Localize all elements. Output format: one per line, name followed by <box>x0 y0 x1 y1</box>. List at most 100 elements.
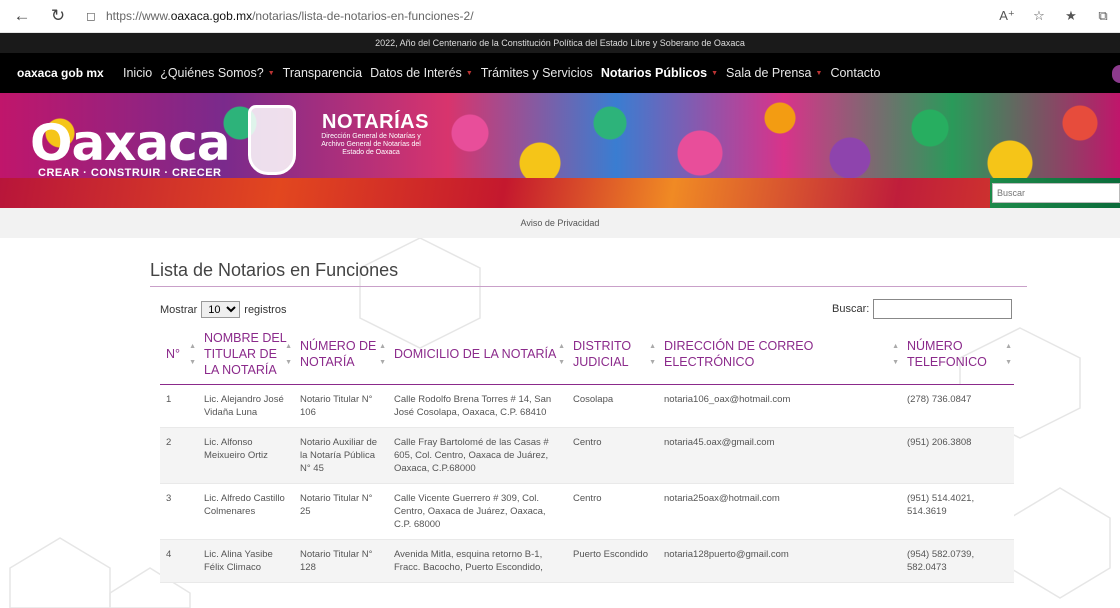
refresh-icon[interactable]: ↻ <box>44 2 72 30</box>
nav-item-tramites[interactable]: Trámites y Servicios <box>481 66 593 80</box>
accessibility-tab[interactable] <box>1112 65 1120 83</box>
caret-down-icon: ▼ <box>711 69 719 77</box>
nav-item-label: Sala de Prensa <box>726 66 812 80</box>
url-prefix: https://www. <box>106 9 171 23</box>
column-header-name[interactable]: NOMBRE DEL TITULAR DE LA NOTARÍA ▲ ▼ <box>198 326 294 385</box>
caret-down-icon: ▼ <box>815 69 823 77</box>
nav-item-label: Contacto <box>830 66 881 80</box>
cell-number: 2 <box>160 427 198 484</box>
cell-address: Calle Vicente Guerrero # 309, Col. Centr… <box>388 483 567 540</box>
nav-item-label: Notarios Públicos <box>600 66 708 80</box>
sort-icon: ▲ ▼ <box>649 343 656 366</box>
header-label: NÚMERO DE NOTARÍA <box>300 339 377 369</box>
cell-notary-number: Notario Auxiliar de la Notaría Pública N… <box>294 427 388 484</box>
nav-item-transparencia[interactable]: Transparencia <box>283 66 362 80</box>
read-aloud-icon[interactable]: A⁺ <box>996 2 1018 30</box>
nav-item-datos-de-interes[interactable]: Datos de Interés ▼ <box>370 66 473 80</box>
nav-item-label: Trámites y Servicios <box>480 66 593 80</box>
cell-notary-number: Notario Titular N° 128 <box>294 539 388 583</box>
header-label: NÚMERO TELEFONICO <box>907 339 987 369</box>
column-header-district[interactable]: DISTRITO JUDICIAL ▲ ▼ <box>567 326 658 385</box>
show-label: Mostrar <box>160 303 198 316</box>
announcement-bar: 2022, Año del Centenario de la Constituc… <box>0 33 1120 53</box>
sort-icon: ▲ ▼ <box>189 343 196 366</box>
privacy-link[interactable]: Aviso de Privacidad <box>521 218 600 228</box>
header-banner: Oaxaca CREAR · CONSTRUIR · CRECER NOTARÍ… <box>0 93 1120 208</box>
cell-address: Avenida Mitla, esquina retorno B-1, Frac… <box>388 539 567 583</box>
column-header-phone[interactable]: NÚMERO TELEFONICO ▲ ▼ <box>901 326 1014 385</box>
records-label: registros <box>244 303 287 316</box>
cell-email: notaria106_oax@hotmail.com <box>658 384 901 428</box>
site-brand[interactable]: oaxaca gob mx <box>17 66 123 80</box>
caret-down-icon: ▼ <box>267 69 275 77</box>
nav-item-quienes-somos[interactable]: ¿Quiénes Somos? ▼ <box>160 66 274 80</box>
main-content: Lista de Notarios en Funciones Mostrar 1… <box>0 238 1120 608</box>
page-info-icon[interactable]: ◻ <box>82 9 100 23</box>
address-bar[interactable]: https://www.oaxaca.gob.mx/notarias/lista… <box>106 9 474 23</box>
table-row: 2 Lic. Alfonso Meixueiro Ortiz Notario A… <box>160 427 1014 484</box>
cell-number: 3 <box>160 483 198 540</box>
nav-menu: Inicio ¿Quiénes Somos? ▼ Transparencia Da… <box>123 66 888 80</box>
page-length-select[interactable]: 10 <box>201 301 241 318</box>
cell-phone: (951) 514.4021, 514.3619 <box>901 483 1014 540</box>
page-title: Lista de Notarios en Funciones <box>150 260 399 280</box>
cell-name: Lic. Alejandro José Vidaña Luna <box>198 384 294 428</box>
cell-address: Calle Fray Bartolomé de las Casas # 605,… <box>388 427 567 484</box>
page-length-control: Mostrar 10 registros <box>160 301 286 318</box>
state-crest-icon <box>248 105 296 175</box>
table-row: 1 Lic. Alejandro José Vidaña Luna Notari… <box>160 384 1014 428</box>
site-search-input[interactable] <box>992 183 1120 203</box>
sort-icon: ▲ ▼ <box>379 343 386 366</box>
sort-icon: ▲ ▼ <box>285 343 292 366</box>
nav-item-inicio[interactable]: Inicio <box>123 66 152 80</box>
cell-email: notaria25oax@hotmail.com <box>658 483 901 540</box>
header-label: DISTRITO JUDICIAL <box>573 339 632 369</box>
column-header-notary-number[interactable]: NÚMERO DE NOTARÍA ▲ ▼ <box>294 326 388 385</box>
table-search-label: Buscar: <box>832 303 870 315</box>
header-label: DIRECCIÓN DE CORREO ELECTRÓNICO <box>664 339 814 369</box>
nav-item-label: Datos de Interés <box>370 66 462 80</box>
collections-icon[interactable]: ⧉ <box>1092 2 1114 30</box>
notaries-table: N° ▲ ▼ NOMBRE DEL TITULAR DE LA NOTARÍA ▲ ▼ … <box>160 326 1014 583</box>
notarias-subtitle: Dirección General de Notarías y Archivo … <box>321 133 421 156</box>
table-header-row: N° ▲ ▼ NOMBRE DEL TITULAR DE LA NOTARÍA ▲ ▼ … <box>160 326 1014 385</box>
notarias-title: NOTARÍAS <box>322 111 429 133</box>
cell-district: Puerto Escondido <box>567 539 658 583</box>
cell-number: 4 <box>160 539 198 583</box>
cell-phone: (951) 206.3808 <box>901 427 1014 484</box>
cell-notary-number: Notario Titular N° 106 <box>294 384 388 428</box>
table-row: 3 Lic. Alfredo Castillo Colmenares Notar… <box>160 483 1014 540</box>
favorites-list-icon[interactable]: ★ <box>1060 2 1082 30</box>
column-header-email[interactable]: DIRECCIÓN DE CORREO ELECTRÓNICO ▲ ▼ <box>658 326 901 385</box>
privacy-bar: Aviso de Privacidad <box>0 208 1120 238</box>
main-navbar: oaxaca gob mx Inicio ¿Quiénes Somos? ▼ Tr… <box>0 53 1120 93</box>
column-header-number[interactable]: N° ▲ ▼ <box>160 326 198 385</box>
cell-number: 1 <box>160 384 198 428</box>
cell-phone: (278) 736.0847 <box>901 384 1014 428</box>
column-header-address[interactable]: DOMICILIO DE LA NOTARÍA ▲ ▼ <box>388 326 567 385</box>
sort-icon: ▲ ▼ <box>892 343 899 366</box>
nav-item-contacto[interactable]: Contacto <box>830 66 880 80</box>
url-path: /notarias/lista-de-notarios-en-funciones… <box>252 9 474 23</box>
cell-address: Calle Rodolfo Brena Torres # 14, San Jos… <box>388 384 567 428</box>
sort-icon: ▲ ▼ <box>558 343 565 366</box>
cell-district: Centro <box>567 427 658 484</box>
cell-email: notaria45.oax@gmail.com <box>658 427 901 484</box>
nav-item-sala-de-prensa[interactable]: Sala de Prensa ▼ <box>726 66 822 80</box>
table-search-input[interactable] <box>873 299 1013 319</box>
back-arrow-icon[interactable]: ← <box>8 2 36 30</box>
header-label: DOMICILIO DE LA NOTARÍA <box>394 347 557 361</box>
logo-tagline: CREAR · CONSTRUIR · CRECER <box>38 167 222 179</box>
cell-email: notaria128puerto@gmail.com <box>658 539 901 583</box>
nav-item-notarios-publicos[interactable]: Notarios Públicos ▼ <box>601 66 718 80</box>
oaxaca-logo[interactable]: Oaxaca <box>30 118 231 168</box>
nav-item-label: ¿Quiénes Somos? <box>160 66 264 80</box>
cell-district: Cosolapa <box>567 384 658 428</box>
favorite-star-icon[interactable]: ☆ <box>1028 2 1050 30</box>
header-label: NOMBRE DEL TITULAR DE LA NOTARÍA <box>204 331 287 377</box>
nav-item-label: Inicio <box>123 66 153 80</box>
table-search-control: Buscar: <box>832 299 1013 319</box>
url-domain: oaxaca.gob.mx <box>170 9 253 23</box>
nav-item-label: Transparencia <box>282 66 363 80</box>
cell-phone: (954) 582.0739, 582.0473 <box>901 539 1014 583</box>
